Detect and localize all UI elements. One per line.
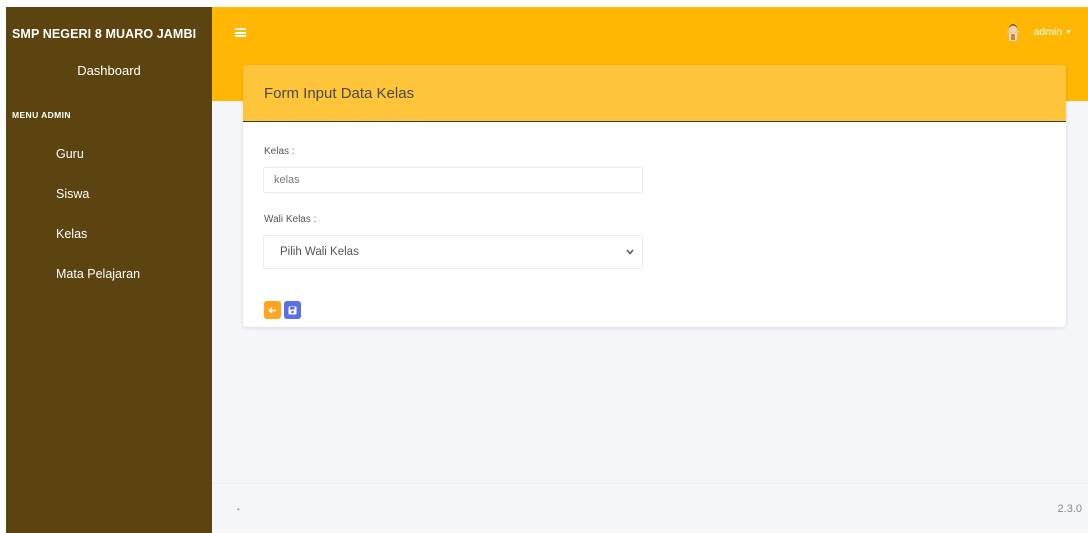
sidebar-item-dashboard[interactable]: Dashboard <box>6 63 212 78</box>
hamburger-icon[interactable] <box>235 28 246 37</box>
sidebar-menu-header: MENU ADMIN <box>12 110 71 120</box>
sidebar-item-kelas[interactable]: Kelas <box>56 227 87 241</box>
sidebar-item-siswa[interactable]: Siswa <box>56 187 89 201</box>
wali-kelas-label: Wali Kelas : <box>264 214 317 225</box>
save-button[interactable] <box>284 301 301 319</box>
arrow-left-icon <box>268 306 276 314</box>
footer: • 2.3.0 <box>212 483 1088 533</box>
save-icon <box>288 306 297 314</box>
app-page: SMP NEGERI 8 MUARO JAMBI Dashboard MENU … <box>6 7 1088 533</box>
wali-kelas-select[interactable]: Pilih Wali Kelas <box>263 235 643 269</box>
version-text: 2.3.0 <box>1057 503 1082 515</box>
user-menu[interactable]: admin ▼ <box>1003 22 1072 42</box>
user-avatar-icon <box>1007 24 1020 41</box>
card-header: Form Input Data Kelas <box>243 65 1066 122</box>
kelas-label: Kelas : <box>264 146 295 157</box>
kelas-input[interactable]: kelas <box>263 167 643 193</box>
page-title: Form Input Data Kelas <box>264 85 415 102</box>
user-name: admin <box>1033 26 1063 38</box>
brand-title[interactable]: SMP NEGERI 8 MUARO JAMBI <box>6 7 212 61</box>
back-button[interactable] <box>264 301 281 319</box>
footer-dot: • <box>237 505 240 514</box>
caret-down-icon: ▼ <box>1065 28 1072 36</box>
sidebar-item-guru[interactable]: Guru <box>56 147 84 161</box>
chevron-down-icon <box>626 249 634 255</box>
sidebar-item-mata-pelajaran[interactable]: Mata Pelajaran <box>56 267 140 281</box>
form-card: Form Input Data Kelas Kelas : kelas Wali… <box>243 65 1066 327</box>
sidebar: SMP NEGERI 8 MUARO JAMBI Dashboard MENU … <box>6 7 212 533</box>
wali-kelas-selected: Pilih Wali Kelas <box>280 246 359 258</box>
